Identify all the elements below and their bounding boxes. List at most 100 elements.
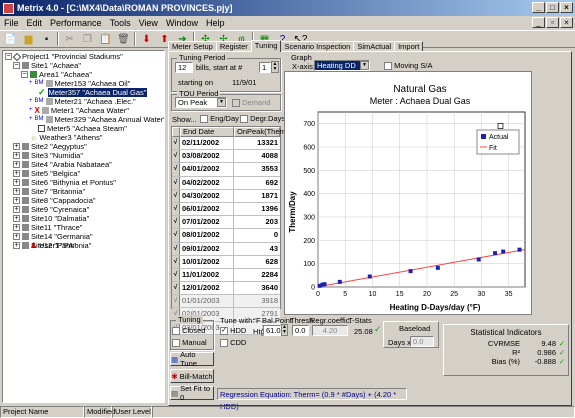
end-date-cell: 09/01/2002 (180, 242, 234, 255)
menu-edit[interactable]: Edit (27, 18, 43, 28)
chevron-down-icon: ▼ (360, 61, 369, 70)
maximize-button[interactable]: □ (546, 2, 559, 13)
table-row[interactable]: √ 10/01/2002 628 (172, 255, 280, 269)
tree-meter-329[interactable]: + BM Meter329 "Achaea Annual Water" (29, 115, 164, 124)
start-bill-spinner[interactable]: ▲ ▼ (271, 61, 279, 73)
bills-table[interactable]: End Date OnPeak(Therm) √ 02/11/2002 13321 √… (171, 126, 291, 335)
end-date-cell: 04/30/2002 (180, 189, 234, 202)
tree-weather[interactable]: ☼ Weather3 "Athens" (21, 133, 102, 142)
minimize-button[interactable]: _ (532, 2, 545, 13)
table-row[interactable]: √ 09/01/2002 43 (172, 242, 280, 256)
bias-label: Bias (%) (491, 357, 520, 366)
tree-site[interactable]: + Site2 "Aegyptus" (13, 142, 87, 151)
tree-user[interactable]: ♟ User1 "PA" (21, 241, 76, 250)
menu-performance[interactable]: Performance (50, 18, 102, 28)
table-row[interactable]: √ 08/01/2002 0 (172, 229, 280, 243)
demand-checkbox[interactable]: Demand (232, 98, 270, 108)
manual-checkbox[interactable]: Manual (172, 338, 207, 348)
actual-point (476, 257, 481, 262)
xaxis-select[interactable]: Heating DD ▼ (314, 60, 370, 71)
mdi-minimize-button[interactable]: _ (532, 17, 545, 28)
project-tree[interactable]: − Project1 "Provincial Stadiums" − Site1… (2, 50, 165, 403)
actual-point (337, 279, 342, 284)
table-row[interactable]: √ 11/01/2002 2284 (172, 268, 280, 283)
table-row[interactable]: √ 04/02/2002 692 (172, 176, 280, 190)
y-tick-label: 0 (311, 285, 315, 292)
tree-site1[interactable]: − Site1 "Achaea" (13, 61, 81, 70)
column-header-end-date[interactable]: End Date (180, 127, 234, 137)
tree-area1[interactable]: − Area1 "Achaea" (21, 70, 92, 79)
onpeak-cell: 628 (265, 256, 278, 266)
tstat-check-icon: ✓ (374, 324, 382, 334)
menu-tools[interactable]: Tools (110, 18, 131, 28)
menu-file[interactable]: File (4, 18, 19, 28)
table-row[interactable]: √ 06/01/2002 1396 (172, 202, 280, 217)
bill-match-button[interactable]: ✱ Bill-Match (170, 369, 214, 383)
paste-icon[interactable]: 📋 (98, 32, 113, 46)
onpeak-cell: 4088 (261, 151, 278, 161)
mdi-restore-button[interactable]: ▫ (546, 17, 559, 28)
table-row[interactable]: √ 03/08/2002 4088 (172, 150, 280, 164)
save-icon[interactable]: ▪ (39, 32, 54, 46)
y-tick-label: 600 (303, 145, 315, 152)
table-row[interactable]: √ 12/01/2002 3640 (172, 282, 280, 296)
actual-point (501, 249, 506, 254)
table-row[interactable]: √ 01/01/2003 3918 (172, 295, 280, 309)
bill-count-input[interactable]: 12 (175, 62, 193, 73)
eng-day-checkbox[interactable]: Eng/Day (200, 114, 239, 124)
cut-icon[interactable]: ✂ (62, 32, 77, 46)
arrow-down-red-icon[interactable]: ⬇ (139, 32, 154, 46)
delete-icon[interactable]: 🗑 (116, 32, 131, 46)
hdd-checkbox[interactable]: ✓ HDD (220, 326, 246, 336)
menu-view[interactable]: View (139, 18, 158, 28)
tree-project[interactable]: − Project1 "Provincial Stadiums" (5, 52, 123, 61)
tou-period-select[interactable]: On Peak ▼ (175, 97, 227, 108)
menu-help[interactable]: Help (206, 18, 225, 28)
moving-sa-checkbox[interactable]: Moving S/A (384, 61, 432, 71)
table-row[interactable]: √ 02/11/2002 13321 (172, 137, 280, 151)
tree-site[interactable]: + Site5 "Belgica" (13, 169, 80, 178)
legend-fit-label: Fit (489, 145, 497, 152)
tree-site[interactable]: + Site6 "Bithynia et Pontus" (13, 178, 116, 187)
x-tick-label: 20 (423, 291, 431, 298)
table-row[interactable]: √ 04/01/2002 3553 (172, 163, 280, 177)
auto-tune-button[interactable]: ▦ Auto Tune (170, 350, 214, 368)
onpeak-cell: 3640 (261, 283, 278, 293)
tree-meter-21[interactable]: + BM Meter21 "Achaea .Elec." (29, 97, 136, 106)
x-tick-label: 10 (369, 291, 377, 298)
copy-icon[interactable]: ❐ (80, 32, 95, 46)
meter-icon (45, 116, 53, 123)
thresh-input[interactable]: 0.0 (292, 325, 309, 336)
new-icon[interactable]: 📄 (3, 32, 18, 46)
column-header-onpeak[interactable]: OnPeak(Therm) (234, 127, 291, 137)
table-row[interactable]: √ 04/30/2002 1871 (172, 189, 280, 203)
tree-site[interactable]: + Site7 "Britannia" (13, 187, 85, 196)
days-x-input[interactable]: 0.0 (410, 336, 434, 347)
tab-tuning[interactable]: Tuning (250, 40, 282, 52)
htg-spinner[interactable]: ▲ ▼ (281, 324, 288, 336)
cdd-checkbox[interactable]: CDD (220, 338, 246, 348)
tree-site[interactable]: + Site3 "Numidia" (13, 151, 83, 160)
meter-icon (45, 80, 53, 87)
degr-days-checkbox[interactable]: Degr.Days (240, 114, 285, 124)
tree-site[interactable]: + Site10 "Dalmatia" (13, 214, 89, 223)
tree-site[interactable]: + Site14 "Germania" (13, 232, 93, 241)
tree-meter-357[interactable]: ✓ Meter357 "Achaea Dual Gas" (29, 88, 148, 97)
tree-site[interactable]: + Site8 "Cappadocia" (13, 196, 96, 205)
tree-site[interactable]: + Site11 "Thrace" (13, 223, 82, 232)
set-fit-button[interactable]: ▤ Set Fit to 0 (170, 384, 214, 402)
baseload-group: Baseload Days x 0.0 (383, 321, 439, 348)
tree-meter-1[interactable]: + X Meter1 "Achaea Water" (29, 106, 129, 115)
htg-balance-point-input[interactable]: 61.0 (263, 325, 281, 336)
tree-site[interactable]: + Site9 "Cyrenaica" (13, 205, 89, 214)
tree-meter-5[interactable]: Meter5 "Achaea Steam" (29, 124, 127, 133)
closed-checkbox[interactable]: Closed (172, 326, 205, 336)
table-row[interactable]: √ 07/01/2002 203 (172, 216, 280, 230)
close-button[interactable]: × (560, 2, 573, 13)
mdi-close-button[interactable]: × (560, 17, 573, 28)
tree-site[interactable]: + Site4 "Arabia Nabataea" (13, 160, 112, 169)
start-bill-input[interactable]: 1 (259, 62, 271, 73)
menu-window[interactable]: Window (166, 18, 198, 28)
check-icon: ✓ (558, 348, 566, 357)
open-icon[interactable]: ▆ (21, 32, 36, 46)
